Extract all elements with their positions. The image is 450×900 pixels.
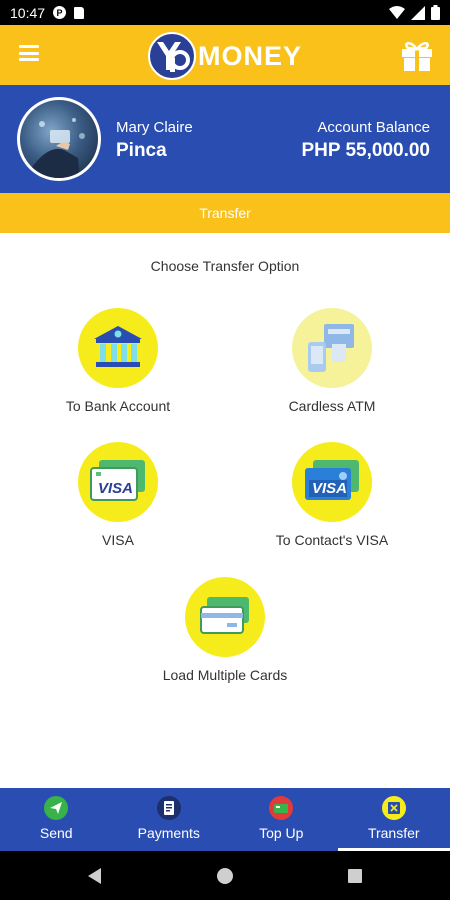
nav-item-send[interactable]: Send (0, 788, 113, 851)
system-nav-bar (0, 851, 450, 900)
wifi-icon (389, 5, 405, 19)
option-label: To Contact's VISA (275, 532, 389, 548)
back-icon[interactable] (88, 868, 101, 884)
option-to-contacts-visa[interactable]: VISA To Contact's VISA (242, 442, 422, 548)
user-last-name: Pinca (116, 140, 167, 161)
nav-item-transfer[interactable]: Transfer (337, 788, 450, 851)
nav-label: Payments (137, 825, 200, 841)
option-label: To Bank Account (65, 398, 171, 414)
cardless-atm-icon (292, 308, 372, 388)
nav-label: Send (39, 825, 73, 841)
balance-value: PHP 55,000.00 (301, 140, 430, 161)
nav-label: Transfer (367, 825, 420, 841)
option-load-multiple-cards[interactable]: Load Multiple Cards (135, 577, 315, 683)
status-time: 10:47 (10, 4, 46, 21)
home-icon[interactable] (217, 868, 233, 884)
bottom-nav: Send Payments Top Up Transfer (0, 788, 450, 851)
top-up-icon (269, 796, 294, 820)
bank-icon (78, 308, 158, 388)
nav-label: Top Up (259, 825, 304, 841)
section-title-bar: Transfer (0, 193, 450, 233)
nav-item-payments[interactable]: Payments (113, 788, 226, 851)
visa-card-icon: VISA (78, 442, 158, 522)
payments-icon (156, 796, 181, 820)
profile-header: Mary Claire Pinca Account Balance PHP 55… (0, 85, 450, 193)
battery-icon (431, 5, 440, 20)
visa-card-text: VISA (312, 480, 347, 497)
notification-p-icon: P (53, 6, 67, 19)
user-first-name: Mary Claire (116, 119, 193, 136)
gift-icon[interactable] (400, 38, 434, 72)
choose-transfer-title: Choose Transfer Option (150, 258, 300, 274)
avatar[interactable] (17, 97, 101, 181)
app-bar: MONEY (0, 25, 450, 85)
visa-card-text: VISA (98, 480, 133, 497)
contact-visa-icon: VISA (292, 442, 372, 522)
option-cardless-atm[interactable]: Cardless ATM (242, 308, 422, 414)
nav-item-top-up[interactable]: Top Up (225, 788, 338, 851)
section-title: Transfer (199, 205, 251, 221)
menu-icon[interactable] (19, 45, 39, 61)
transfer-icon (381, 796, 406, 820)
app-logo: MONEY (148, 32, 302, 80)
option-label: Load Multiple Cards (162, 667, 288, 683)
balance-label: Account Balance (317, 119, 430, 136)
logo-text: MONEY (198, 40, 303, 71)
recent-apps-icon[interactable] (348, 869, 362, 883)
option-label: VISA (102, 532, 134, 548)
option-label: Cardless ATM (288, 398, 376, 414)
signal-icon (411, 5, 425, 20)
sd-card-icon (74, 6, 85, 19)
option-visa[interactable]: VISA VISA (28, 442, 208, 548)
option-to-bank-account[interactable]: To Bank Account (28, 308, 208, 414)
send-icon (44, 796, 69, 820)
status-bar: 10:47 P (0, 0, 450, 25)
multiple-cards-icon (185, 577, 265, 657)
logo-icon (148, 32, 196, 80)
